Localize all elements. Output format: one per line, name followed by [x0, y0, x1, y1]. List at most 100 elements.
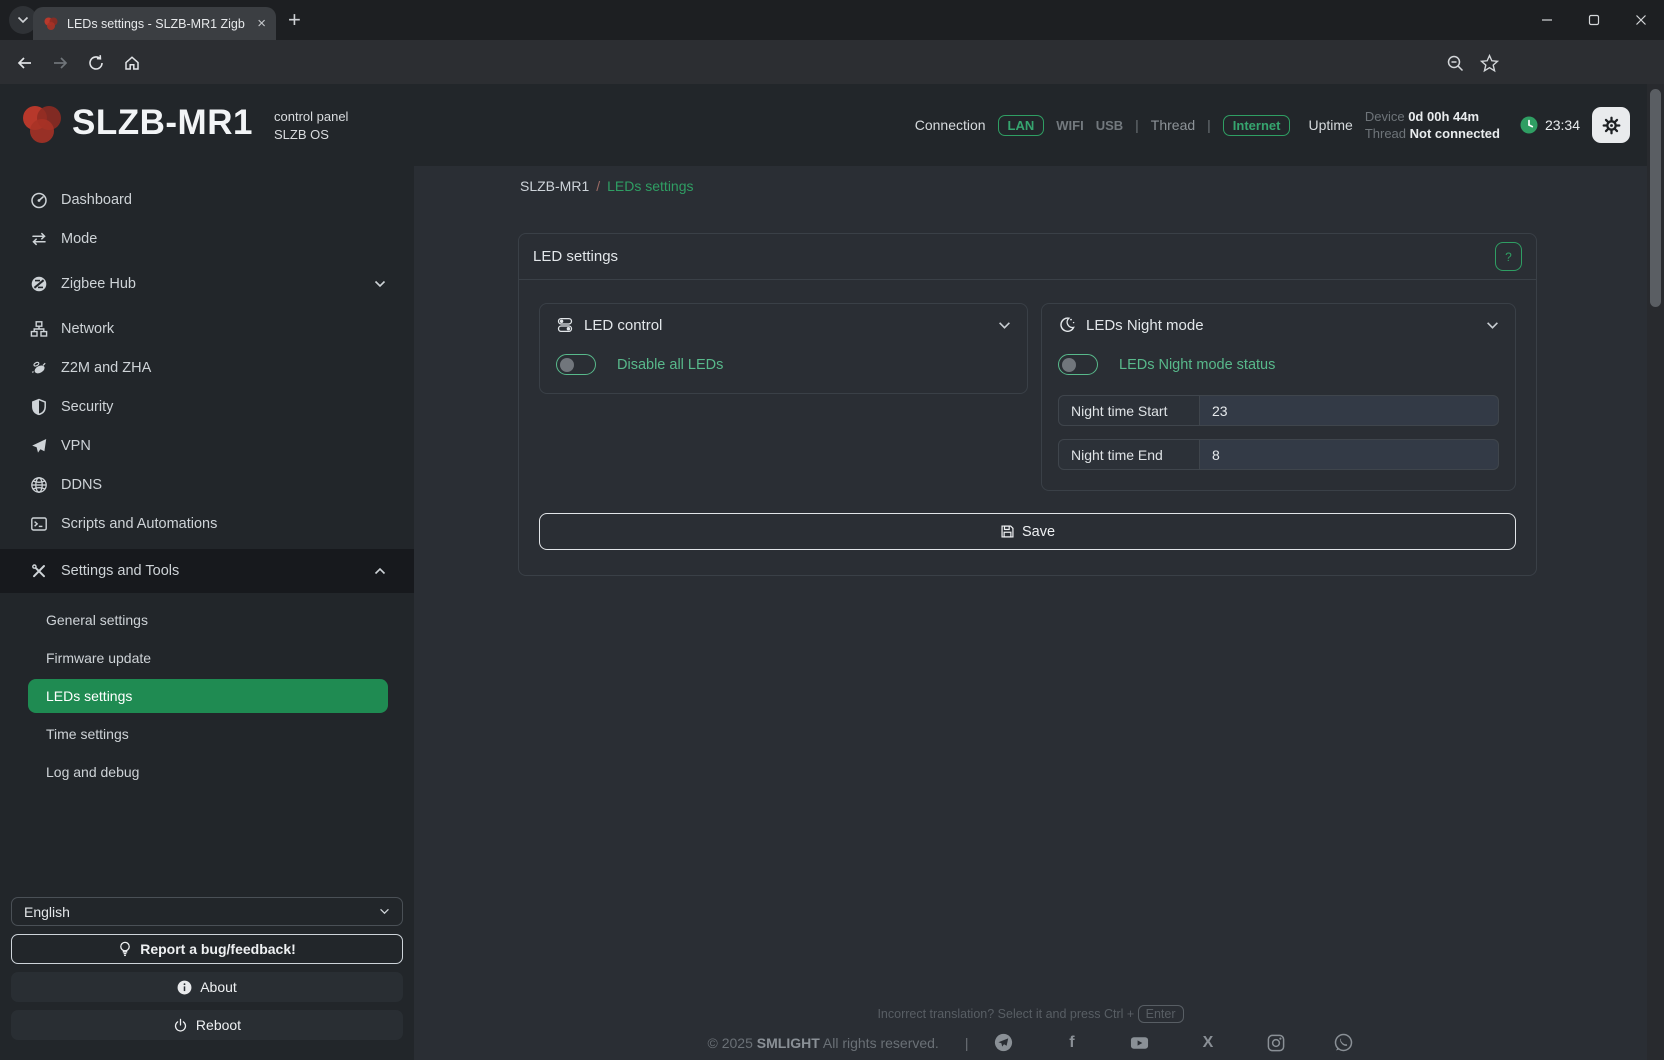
instagram-icon[interactable] — [1266, 1033, 1285, 1052]
paper-plane-icon — [30, 437, 48, 455]
sidebar-item-label: Scripts and Automations — [61, 516, 217, 532]
facebook-icon[interactable]: f — [1062, 1033, 1081, 1052]
sidebar-subitem-leds-settings[interactable]: LEDs settings — [28, 679, 388, 713]
breadcrumb-root[interactable]: SLZB-MR1 — [520, 178, 589, 194]
disable-leds-label: Disable all LEDs — [617, 357, 723, 373]
sidebar-item-scripts[interactable]: Scripts and Automations — [0, 504, 414, 543]
moon-icon — [1058, 316, 1076, 334]
sidebar-subitem-time-settings[interactable]: Time settings — [0, 715, 414, 753]
device-time: 23:34 — [1545, 117, 1580, 133]
power-icon — [173, 1018, 188, 1033]
separator: | — [1135, 117, 1139, 133]
bookmark-star-icon[interactable] — [1477, 51, 1501, 75]
night-start-row: Night time Start — [1058, 395, 1499, 426]
uptime-values: Device 0d 00h 44m Thread Not connected — [1365, 108, 1500, 142]
sidebar-subitem-general-settings[interactable]: General settings — [0, 601, 414, 639]
sidebar-item-mode[interactable]: Mode — [0, 219, 414, 258]
breadcrumb-current: LEDs settings — [607, 178, 693, 194]
main-content: SLZB-MR1 / LEDs settings LED settings ? … — [414, 166, 1647, 1060]
led-control-header[interactable]: LED control — [540, 304, 1027, 346]
youtube-icon[interactable] — [1130, 1033, 1149, 1052]
led-control-panel: LED control Disable all LEDs — [539, 303, 1028, 394]
chevron-down-icon — [379, 908, 390, 915]
card-body: LED control Disable all LEDs — [519, 280, 1536, 491]
network-icon — [30, 320, 48, 338]
sidebar-item-label: Security — [61, 399, 113, 415]
shield-icon — [30, 398, 48, 416]
maximize-button[interactable] — [1570, 0, 1617, 40]
sidebar-item-security[interactable]: Security — [0, 387, 414, 426]
telegram-icon[interactable] — [994, 1033, 1013, 1052]
sidebar-item-vpn[interactable]: VPN — [0, 426, 414, 465]
help-button[interactable]: ? — [1495, 242, 1522, 271]
back-button[interactable] — [12, 51, 36, 75]
browser-window: LEDs settings - SLZB-MR1 Zigb × + — [0, 0, 1664, 1060]
toggle-knob — [560, 358, 574, 372]
minimize-button[interactable] — [1523, 0, 1570, 40]
sidebar-subitem-log-debug[interactable]: Log and debug — [0, 753, 414, 791]
sidebar-item-network[interactable]: Network — [0, 309, 414, 348]
chevron-down-icon — [1486, 321, 1499, 330]
translation-hint-text: Incorrect translation? Select it and pre… — [877, 1007, 1137, 1021]
report-bug-label: Report a bug/feedback! — [140, 941, 296, 957]
whatsapp-icon[interactable] — [1334, 1033, 1353, 1052]
night-start-input[interactable] — [1200, 395, 1499, 426]
chevron-down-icon — [17, 16, 29, 24]
scrollbar[interactable] — [1647, 84, 1664, 1060]
disable-leds-row: Disable all LEDs — [540, 346, 1027, 393]
sidebar-item-z2m-zha[interactable]: Z2M and ZHA — [0, 348, 414, 387]
tab-close-icon[interactable]: × — [257, 16, 266, 31]
favicon-slzb-logo — [43, 16, 59, 32]
about-button[interactable]: About — [11, 972, 403, 1002]
night-end-row: Night time End — [1058, 439, 1499, 470]
uptime-thread-value: Not connected — [1410, 126, 1500, 141]
connection-label: Connection — [915, 117, 986, 133]
zigbee-icon — [30, 275, 48, 293]
sidebar-item-label: DDNS — [61, 477, 102, 493]
reboot-button[interactable]: Reboot — [11, 1010, 403, 1040]
brand-title: SLZB-MR1 — [72, 103, 253, 143]
social-links: f X — [994, 1033, 1353, 1052]
card-title: LED settings — [533, 248, 618, 265]
dashboard-icon — [30, 191, 48, 209]
translation-hint: Incorrect translation? Select it and pre… — [414, 1007, 1647, 1021]
sidebar-item-zigbee-hub[interactable]: Zigbee Hub — [0, 264, 414, 303]
toggles-icon — [556, 316, 574, 334]
sidebar-item-label: Mode — [61, 231, 97, 247]
report-bug-button[interactable]: Report a bug/feedback! — [11, 934, 403, 964]
browser-tab[interactable]: LEDs settings - SLZB-MR1 Zigb × — [33, 7, 276, 40]
disable-leds-toggle[interactable] — [556, 354, 596, 375]
brand-subtitle: control panel SLZB OS — [274, 108, 348, 144]
sidebar-item-dashboard[interactable]: Dashboard — [0, 180, 414, 219]
browser-toolbar: Not secure 192.168.1.102/settings/led In… — [0, 40, 1664, 84]
night-end-input[interactable] — [1200, 439, 1499, 470]
save-button[interactable]: Save — [539, 513, 1516, 550]
enter-key-chip: Enter — [1138, 1005, 1184, 1023]
sidebar-item-label: Z2M and ZHA — [61, 360, 151, 376]
scrollbar-thumb[interactable] — [1650, 89, 1661, 307]
smlight-brand: SMLIGHT — [757, 1035, 820, 1051]
home-button[interactable] — [120, 51, 144, 75]
new-tab-button[interactable]: + — [288, 7, 301, 33]
sidebar-subitem-firmware-update[interactable]: Firmware update — [0, 639, 414, 677]
night-mode-toggle[interactable] — [1058, 354, 1098, 375]
reload-button[interactable] — [84, 51, 108, 75]
about-label: About — [200, 979, 237, 995]
sidebar-item-label: VPN — [61, 438, 91, 454]
zoom-lens-icon[interactable] — [1443, 51, 1467, 75]
settings-gear-button[interactable] — [1592, 107, 1630, 143]
close-window-button[interactable] — [1617, 0, 1664, 40]
toggle-knob — [1062, 358, 1076, 372]
x-twitter-icon[interactable]: X — [1198, 1033, 1217, 1052]
language-select[interactable]: English — [11, 897, 403, 926]
sidebar-item-label: Settings and Tools — [61, 563, 179, 579]
forward-button[interactable] — [48, 51, 72, 75]
chevron-down-icon — [374, 280, 386, 288]
language-value: English — [24, 904, 70, 920]
sidebar-item-ddns[interactable]: DDNS — [0, 465, 414, 504]
lan-badge: LAN — [998, 115, 1045, 136]
save-floppy-icon — [1000, 524, 1015, 539]
thread-label: Thread — [1151, 117, 1195, 133]
sidebar-item-settings-tools[interactable]: Settings and Tools — [0, 549, 414, 593]
night-mode-header[interactable]: LEDs Night mode — [1042, 304, 1515, 346]
